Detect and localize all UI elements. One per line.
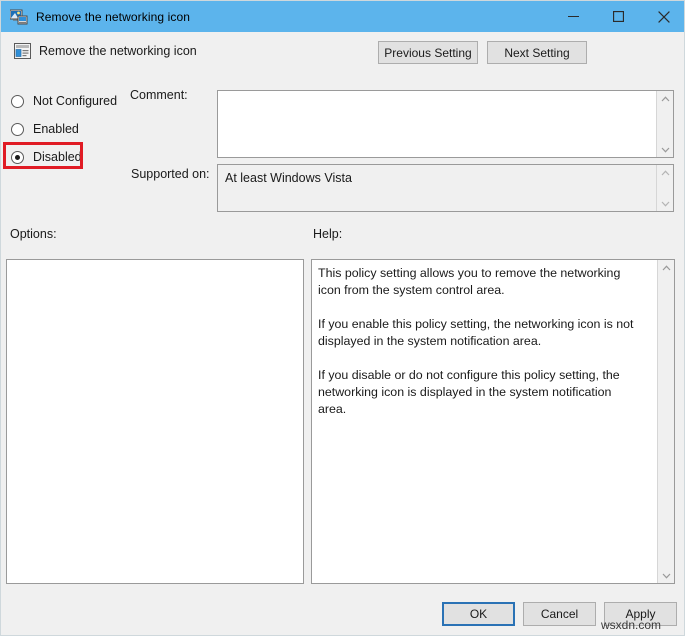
scroll-down-icon[interactable]: [657, 196, 674, 211]
next-setting-button[interactable]: Next Setting: [487, 41, 587, 64]
network-policy-icon: [10, 9, 28, 25]
supported-on-field[interactable]: At least Windows Vista: [217, 164, 674, 212]
radio-enabled[interactable]: Enabled: [11, 119, 79, 139]
help-label: Help:: [313, 227, 342, 241]
scroll-up-icon[interactable]: [657, 91, 674, 106]
maximize-icon[interactable]: [596, 1, 641, 32]
policy-header: Remove the networking icon Previous Sett…: [1, 32, 685, 79]
ok-button[interactable]: OK: [442, 602, 515, 626]
comment-input[interactable]: [217, 90, 674, 158]
previous-setting-button[interactable]: Previous Setting: [378, 41, 478, 64]
options-panel[interactable]: [6, 259, 304, 584]
radio-label-disabled: Disabled: [33, 150, 82, 164]
radio-label-not-configured: Not Configured: [33, 94, 117, 108]
policy-name-label: Remove the networking icon: [39, 44, 197, 58]
window-controls: [551, 1, 685, 32]
supported-on-scrollbar[interactable]: [656, 165, 673, 211]
radio-mark-disabled: [11, 151, 24, 164]
radio-label-enabled: Enabled: [33, 122, 79, 136]
scroll-up-icon[interactable]: [657, 165, 674, 180]
title-bar: Remove the networking icon: [1, 1, 685, 32]
help-scrollbar[interactable]: [657, 260, 674, 583]
minimize-icon[interactable]: [551, 1, 596, 32]
cancel-button[interactable]: Cancel: [523, 602, 596, 626]
radio-mark-enabled: [11, 123, 24, 136]
help-panel[interactable]: This policy setting allows you to remove…: [311, 259, 675, 584]
comment-scrollbar[interactable]: [656, 91, 673, 157]
comment-label: Comment:: [130, 88, 188, 102]
radio-mark-not-configured: [11, 95, 24, 108]
window-title: Remove the networking icon: [36, 10, 190, 24]
scroll-down-icon[interactable]: [657, 142, 674, 157]
policy-setting-icon: [14, 43, 31, 59]
options-label: Options:: [10, 227, 57, 241]
watermark: wsxdn.com: [601, 618, 661, 632]
close-icon[interactable]: [641, 1, 685, 32]
supported-on-value: At least Windows Vista: [225, 170, 651, 186]
supported-on-label: Supported on:: [131, 167, 210, 181]
scroll-up-icon[interactable]: [658, 260, 675, 275]
help-text: This policy setting allows you to remove…: [318, 265, 640, 418]
scroll-down-icon[interactable]: [658, 568, 675, 583]
radio-disabled[interactable]: Disabled: [11, 147, 82, 167]
radio-not-configured[interactable]: Not Configured: [11, 91, 117, 111]
policy-setting-dialog: Remove the networking icon: [0, 0, 685, 636]
